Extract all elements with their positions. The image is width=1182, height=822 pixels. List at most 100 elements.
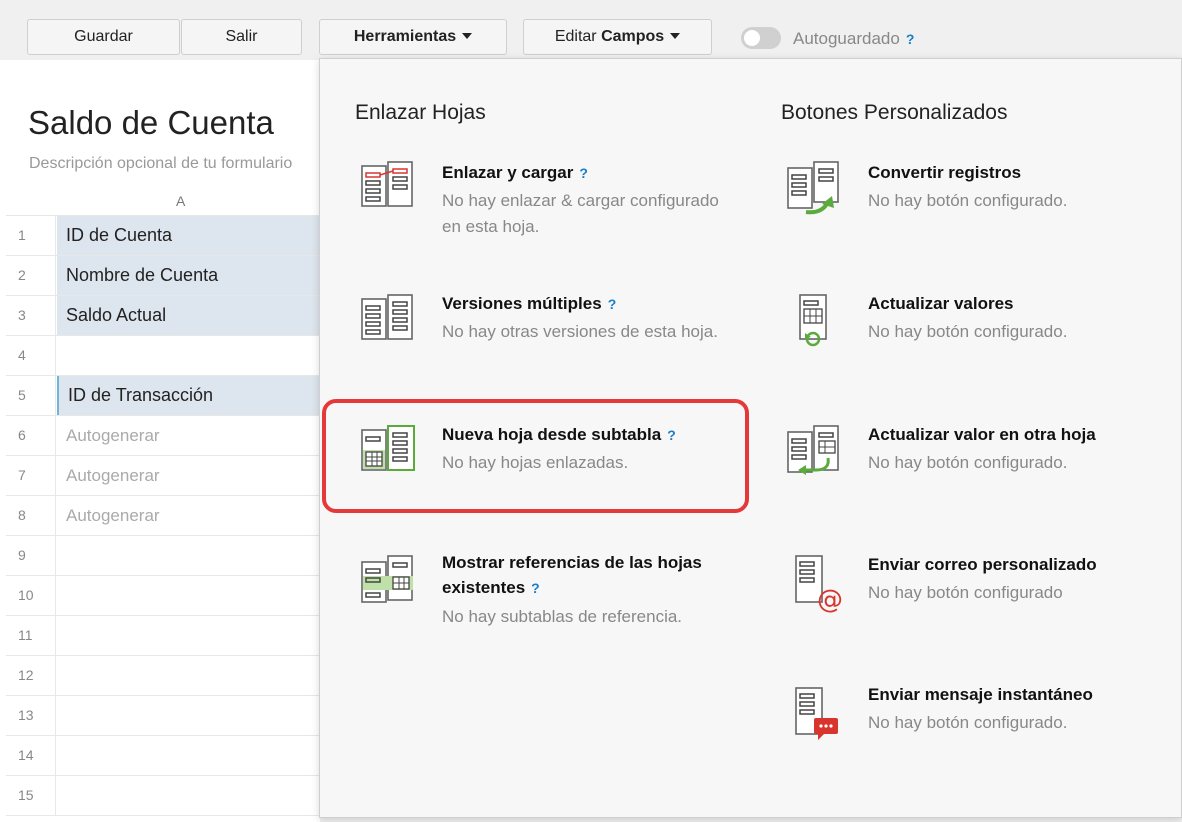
autosave-text: Autoguardado	[793, 29, 900, 48]
menu-item-description: No hay otras versiones de esta hoja.	[442, 322, 718, 341]
grid-cell[interactable]	[57, 736, 320, 775]
menu-item-link-load[interactable]: Enlazar y cargar? No hay enlazar & carga…	[360, 160, 740, 240]
menu-item-title: Enlazar y cargar?	[442, 160, 742, 186]
edit-fields-prefix: Editar	[554, 28, 597, 45]
form-title[interactable]: Saldo de Cuenta	[28, 104, 274, 142]
grid-cell[interactable]	[57, 536, 320, 575]
tools-menu-button[interactable]: Herramientas	[319, 19, 507, 55]
table-row[interactable]: 3 Saldo Actual	[6, 296, 320, 336]
menu-item-title-text: Enlazar y cargar	[442, 163, 574, 182]
grid-cell[interactable]: Autogenerar	[57, 416, 320, 455]
menu-item-title: Convertir registros	[868, 163, 1022, 182]
row-number: 3	[6, 296, 56, 335]
form-description[interactable]: Descripción opcional de tu formulario	[29, 155, 319, 173]
table-row[interactable]: 13	[6, 696, 320, 736]
tools-menu-label: Herramientas	[353, 28, 457, 45]
row-number: 5	[6, 376, 56, 415]
menu-item-title-text: Mostrar referencias de las hojas existen…	[442, 553, 702, 597]
row-number: 14	[6, 736, 56, 775]
menu-item-description: No hay botón configurado.	[868, 453, 1068, 472]
exit-button[interactable]: Salir	[181, 19, 302, 55]
send-message-icon	[795, 687, 838, 740]
table-row[interactable]: 11	[6, 616, 320, 656]
row-number: 9	[6, 536, 56, 575]
convert-records-icon	[787, 161, 839, 215]
grid-cell[interactable]	[57, 336, 320, 375]
edit-fields-bold: Campos	[601, 28, 665, 45]
top-toolbar: Guardar Salir Herramientas Editar Campos…	[0, 0, 1182, 61]
grid-cell[interactable]	[57, 696, 320, 735]
menu-item-send-email[interactable]: @ Enviar correo personalizado No hay bot…	[786, 552, 1166, 622]
menu-item-send-message[interactable]: Enviar mensaje instantáneo No hay botón …	[786, 682, 1166, 752]
menu-item-update-other-sheet[interactable]: Actualizar valor en otra hoja No hay bot…	[786, 422, 1166, 492]
column-header-label: A	[176, 193, 186, 209]
row-number: 12	[6, 656, 56, 695]
help-icon[interactable]: ?	[579, 165, 588, 181]
row-number: 10	[6, 576, 56, 615]
table-row[interactable]: 5 ID de Transacción	[6, 376, 320, 416]
row-number: 8	[6, 496, 56, 535]
row-number: 1	[6, 216, 56, 255]
grid-cell[interactable]: ID de Cuenta	[57, 216, 320, 255]
menu-item-title: Actualizar valor en otra hoja	[868, 425, 1096, 444]
table-row[interactable]: 8 Autogenerar	[6, 496, 320, 536]
grid-cell[interactable]	[57, 656, 320, 695]
menu-item-show-references[interactable]: Mostrar referencias de las hojas existen…	[360, 550, 740, 640]
table-row[interactable]: 9	[6, 536, 320, 576]
edit-fields-button[interactable]: Editar Campos	[523, 19, 712, 55]
table-row[interactable]: 7 Autogenerar	[6, 456, 320, 496]
table-row[interactable]: 14	[6, 736, 320, 776]
table-row[interactable]: 15	[6, 776, 320, 816]
table-row[interactable]: 6 Autogenerar	[6, 416, 320, 456]
svg-text:@: @	[817, 585, 843, 614]
menu-item-title: Actualizar valores	[868, 294, 1014, 313]
row-number: 7	[6, 456, 56, 495]
menu-item-title-text: Versiones múltiples	[442, 294, 602, 313]
autosave-toggle[interactable]	[741, 27, 781, 49]
table-row[interactable]: 12	[6, 656, 320, 696]
autosave-label: Autoguardado?	[793, 29, 914, 49]
grid-cell[interactable]: Autogenerar	[57, 496, 320, 535]
grid-cell[interactable]: Saldo Actual	[57, 296, 320, 335]
menu-item-description: No hay botón configurado.	[868, 191, 1068, 210]
highlight-box	[322, 399, 749, 513]
update-values-icon	[799, 294, 827, 347]
grid-cell[interactable]	[57, 776, 320, 815]
table-row[interactable]: 4	[6, 336, 320, 376]
menu-item-description: No hay botón configurado.	[868, 713, 1068, 732]
menu-item-convert-records[interactable]: Convertir registros No hay botón configu…	[786, 160, 1166, 230]
grid-cell[interactable]: Autogenerar	[57, 456, 320, 495]
table-row[interactable]: 2 Nombre de Cuenta	[6, 256, 320, 296]
grid-cell[interactable]: Nombre de Cuenta	[57, 256, 320, 295]
grid-cell[interactable]: ID de Transacción	[57, 376, 320, 415]
row-number: 4	[6, 336, 56, 375]
grid-cell[interactable]	[57, 576, 320, 615]
grid-cell[interactable]	[57, 616, 320, 655]
row-number: 11	[6, 616, 56, 655]
save-button[interactable]: Guardar	[27, 19, 180, 55]
update-other-sheet-icon	[787, 425, 839, 475]
row-number: 2	[6, 256, 56, 295]
menu-item-title: Mostrar referencias de las hojas existen…	[442, 550, 742, 601]
menu-item-description: No hay enlazar & cargar configurado en e…	[442, 191, 719, 236]
menu-item-description: No hay botón configurado.	[868, 322, 1068, 341]
custom-buttons-title: Botones Personalizados	[781, 101, 1008, 124]
caret-down-icon	[670, 33, 681, 39]
row-number: 6	[6, 416, 56, 455]
help-icon[interactable]: ?	[531, 580, 540, 596]
save-button-label: Guardar	[74, 28, 133, 45]
autosave-help-icon[interactable]: ?	[906, 31, 915, 47]
menu-item-description: No hay botón configurado	[868, 583, 1063, 602]
menu-item-multiple-versions[interactable]: Versiones múltiples? No hay otras versio…	[360, 291, 740, 371]
table-row[interactable]: 10	[6, 576, 320, 616]
row-number: 13	[6, 696, 56, 735]
menu-item-description: No hay subtablas de referencia.	[442, 607, 683, 626]
row-number: 15	[6, 776, 56, 815]
table-row[interactable]: 1 ID de Cuenta	[6, 216, 320, 256]
menu-item-update-values[interactable]: Actualizar valores No hay botón configur…	[786, 291, 1166, 361]
field-grid: A 1 ID de Cuenta 2 Nombre de Cuenta 3 Saldo…	[6, 188, 320, 816]
caret-down-icon	[462, 33, 473, 39]
help-icon[interactable]: ?	[608, 296, 617, 312]
link-load-icon	[361, 161, 413, 207]
send-email-icon: @	[795, 555, 843, 614]
